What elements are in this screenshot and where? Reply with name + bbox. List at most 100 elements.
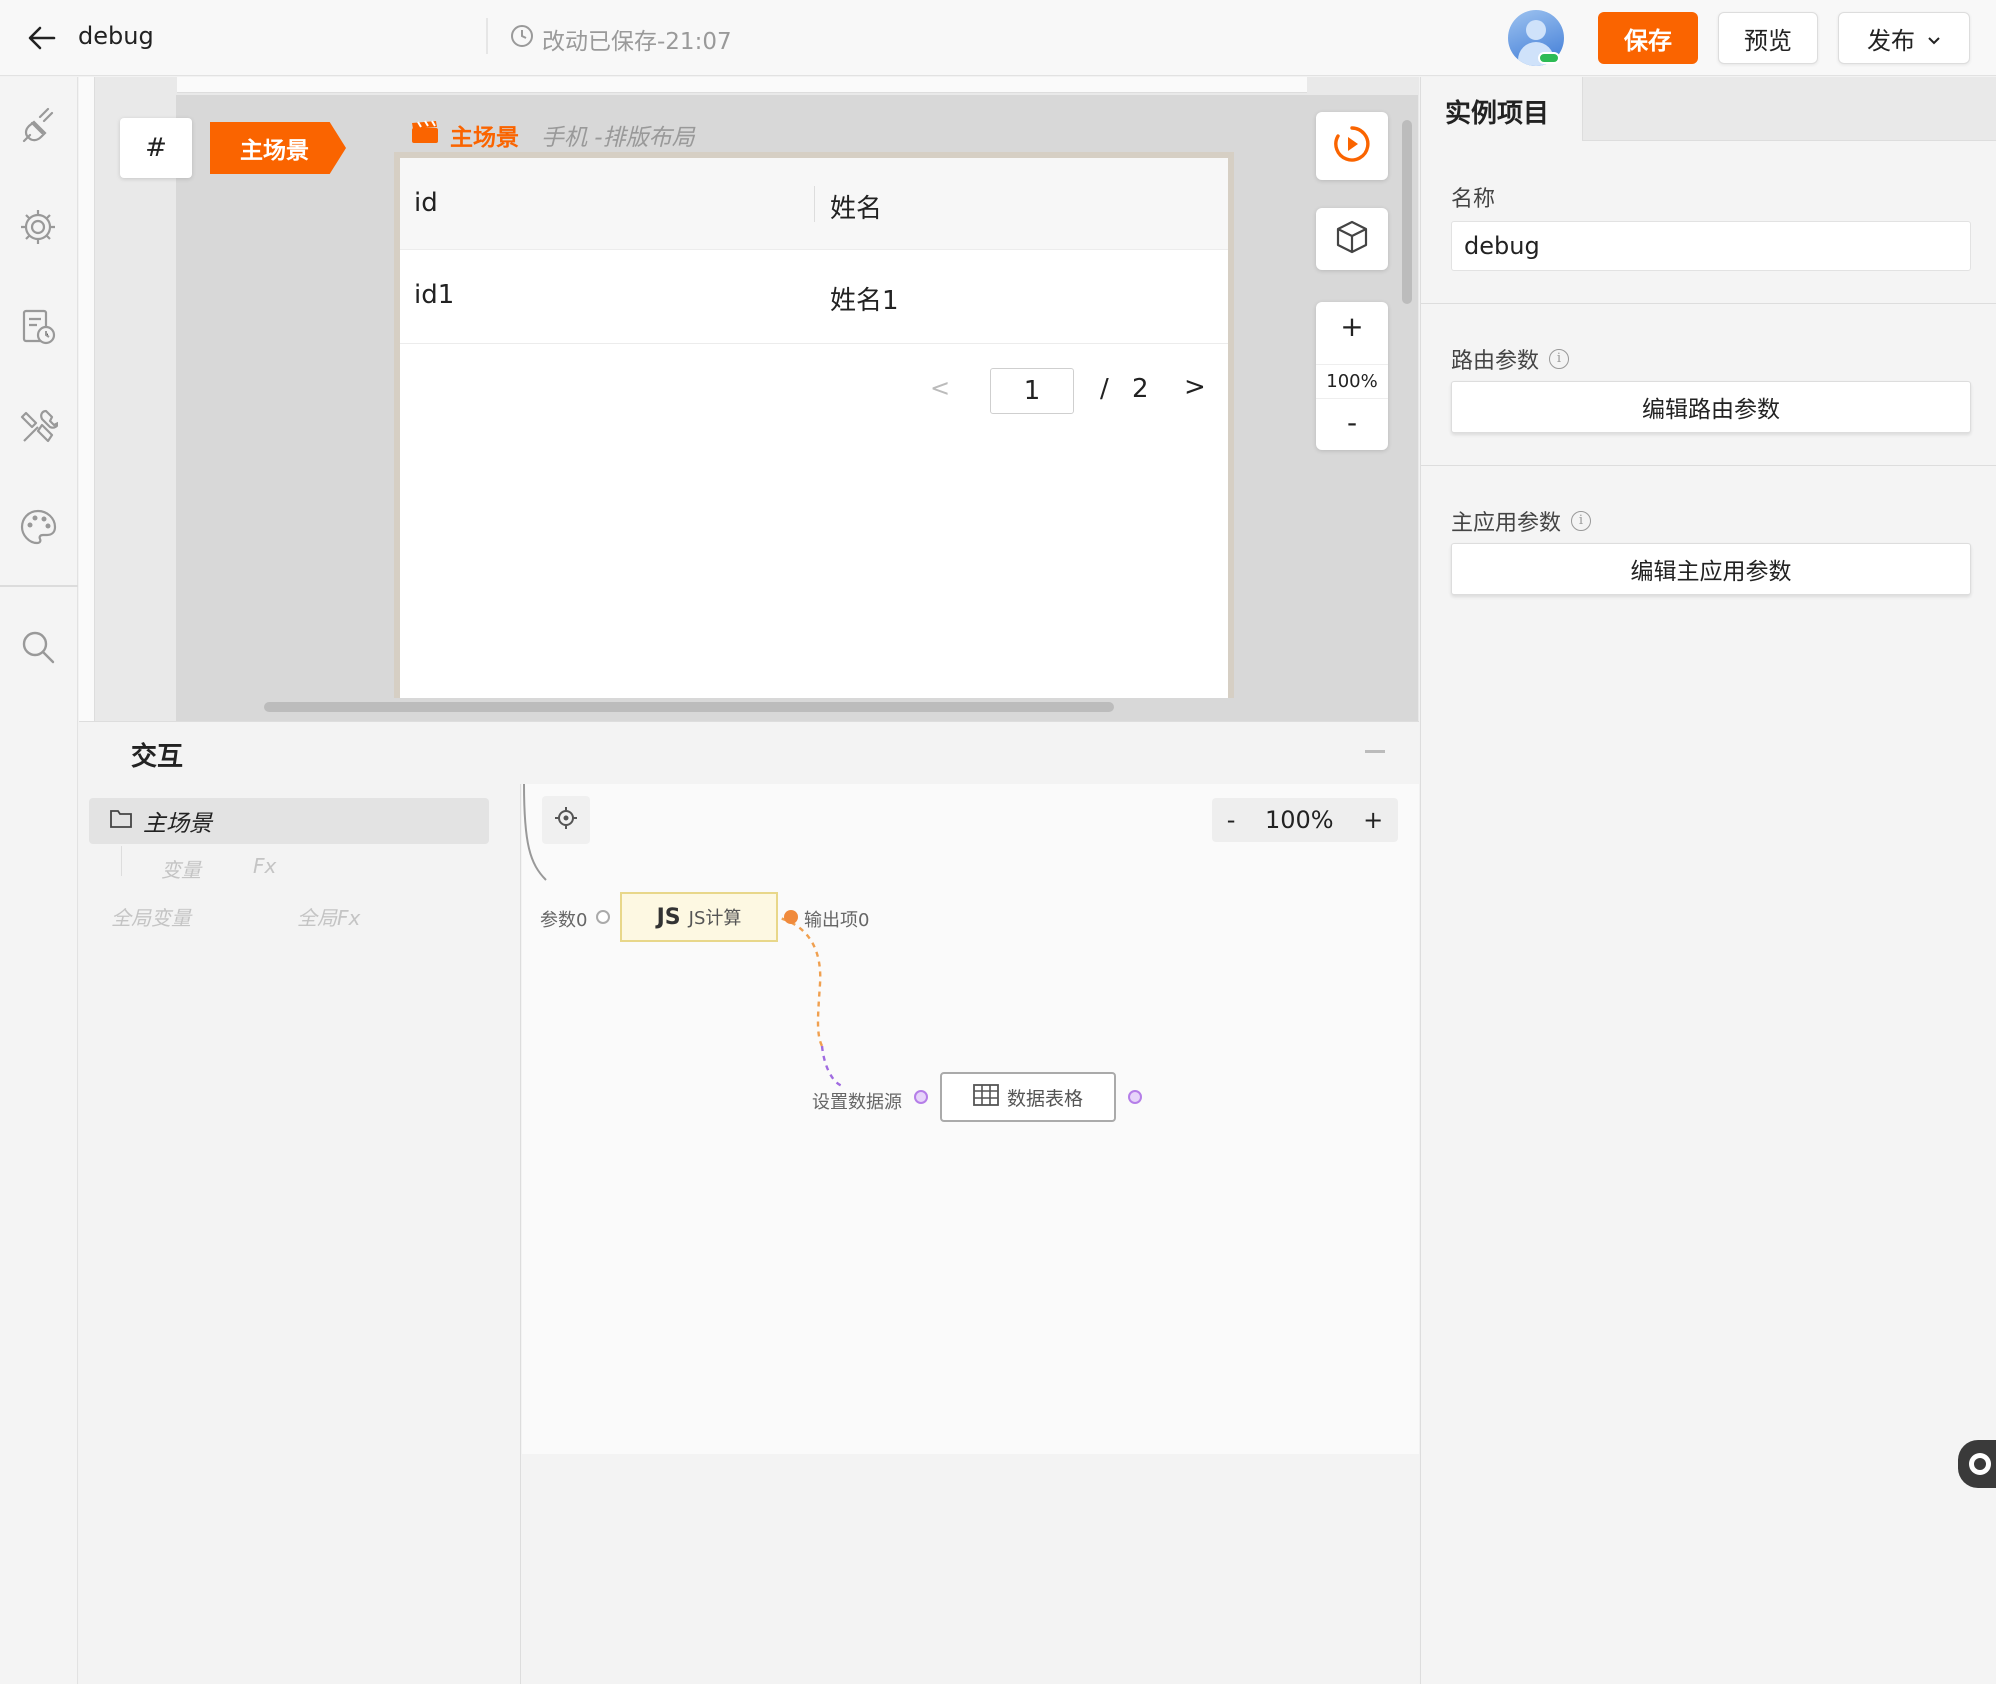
scene-tab[interactable]: 主场景 (210, 122, 346, 174)
table-row[interactable]: id1 姓名1 (400, 250, 1228, 344)
js-output-port[interactable] (784, 910, 798, 924)
play-circle-icon (1332, 124, 1372, 168)
interaction-title: 交互 (131, 742, 184, 772)
component-tree-button[interactable]: # (120, 118, 192, 178)
scene-clapper-icon (410, 119, 440, 151)
js-input-label: 参数0 (540, 910, 588, 931)
prev-page-button[interactable]: < (930, 374, 950, 402)
js-node-label: JS计算 (688, 908, 742, 929)
graph-zoom-in-button[interactable]: + (1363, 806, 1383, 834)
data-table-node[interactable]: 数据表格 (940, 1072, 1116, 1122)
tree-item-label: 主场景 (143, 811, 212, 837)
js-compute-node[interactable]: JS JS计算 (620, 892, 778, 942)
palette-icon[interactable] (14, 503, 62, 551)
route-label: 路由参数 (1451, 349, 1540, 374)
next-page-button[interactable]: > (1184, 372, 1206, 402)
back-arrow-icon[interactable] (24, 20, 60, 56)
column-header-id[interactable]: id (414, 188, 438, 218)
phone-frame: id 姓名 id1 姓名1 < 1 / 2 > (394, 152, 1234, 698)
app-params-label: 主应用参数 i (1451, 505, 1592, 537)
clock-icon (510, 24, 534, 54)
publish-label: 发布 (1867, 26, 1915, 55)
table-header: id 姓名 (400, 158, 1228, 250)
section-divider (1421, 465, 1996, 466)
page-scene-name: 主场景 (450, 125, 519, 151)
zoom-level: 100% (1316, 364, 1388, 399)
project-name: debug (78, 22, 154, 50)
info-icon[interactable]: i (1549, 349, 1570, 369)
component-box-button[interactable] (1316, 208, 1388, 270)
rail-divider (0, 585, 78, 587)
graph-zoom-level: 100% (1264, 806, 1334, 834)
crosshair-icon (553, 805, 579, 835)
properties-panel: 实例项目 名称 debug 路由参数 i 编辑路由参数 主应用参数 i 编辑主应… (1420, 77, 1996, 1684)
tree-item-global-fx[interactable]: 全局Fx (297, 902, 360, 931)
page-number-input[interactable]: 1 (990, 368, 1074, 414)
tab-bar-fill (1583, 77, 1996, 141)
save-status: 改动已保存-21:07 (510, 22, 732, 56)
section-divider (1421, 303, 1996, 304)
settings-icon[interactable] (14, 203, 62, 251)
graph-zoom-control: - 100% + (1212, 798, 1398, 842)
js-input-port[interactable] (596, 910, 610, 924)
edit-app-params-button[interactable]: 编辑主应用参数 (1451, 543, 1971, 595)
collapse-panel-button[interactable] (1365, 750, 1385, 753)
interaction-panel: 交互 主场景 变量 Fx 全局变量 全局Fx - 100% + 参数0 JS J… (79, 721, 1419, 1684)
locate-button[interactable] (542, 796, 590, 844)
search-icon[interactable] (14, 623, 62, 671)
table-grid-icon (973, 1083, 999, 1111)
column-divider (814, 186, 815, 222)
divider (486, 18, 488, 54)
zoom-out-button[interactable]: - (1316, 406, 1388, 439)
folder-icon (109, 807, 133, 835)
save-button[interactable]: 保存 (1598, 12, 1698, 64)
plugin-icon[interactable] (14, 103, 62, 151)
table-cell: id1 (414, 280, 455, 310)
publish-button[interactable]: 发布 (1838, 12, 1970, 64)
zoom-in-button[interactable]: + (1316, 310, 1388, 343)
table-input-label: 设置数据源 (812, 1092, 902, 1113)
logic-graph: - 100% + 参数0 JS JS计算 输出项0 设置数据源 数据表格 (522, 784, 1419, 1454)
horizontal-ruler (177, 77, 1307, 93)
preview-button[interactable]: 预览 (1718, 12, 1818, 64)
info-icon[interactable]: i (1571, 511, 1592, 531)
name-input[interactable]: debug (1451, 221, 1971, 271)
page-title: 主场景 手机 -排版布局 (410, 118, 695, 152)
top-bar: debug 改动已保存-21:07 保存 预览 发布 (0, 0, 1996, 76)
tree-item-fx[interactable]: Fx (253, 854, 276, 878)
edit-route-params-button[interactable]: 编辑路由参数 (1451, 381, 1971, 433)
vertical-scrollbar[interactable] (1402, 120, 1412, 304)
canvas-zoom-control: + 100% - (1316, 302, 1388, 450)
page-total: 2 (1132, 374, 1149, 404)
js-output-label: 输出项0 (804, 910, 870, 931)
table-cell: 姓名1 (830, 286, 899, 316)
left-tool-rail (0, 77, 78, 1684)
name-field-label: 名称 (1451, 181, 1495, 213)
name-label: 名称 (1451, 187, 1496, 212)
tree-item-global-var[interactable]: 全局变量 (111, 902, 191, 931)
table-node-label: 数据表格 (1006, 1087, 1083, 1110)
help-bot-icon[interactable] (1958, 1440, 1996, 1488)
route-params-label: 路由参数 i (1451, 343, 1570, 375)
table-output-port[interactable] (1128, 1090, 1142, 1104)
tab-instance-project[interactable]: 实例项目 (1421, 77, 1583, 141)
chevron-down-icon (1927, 24, 1941, 52)
interaction-tree: 主场景 变量 Fx 全局变量 全局Fx (79, 784, 521, 1684)
run-debug-button[interactable] (1316, 112, 1388, 180)
pagination: < 1 / 2 > (400, 344, 1228, 434)
column-header-name[interactable]: 姓名 (830, 188, 882, 225)
vertical-ruler (79, 77, 95, 721)
tree-item-var[interactable]: 变量 (161, 854, 201, 883)
page-layout-name: 手机 -排版布局 (541, 125, 695, 151)
graph-zoom-out-button[interactable]: - (1227, 806, 1236, 834)
history-icon[interactable] (14, 303, 62, 351)
horizontal-scrollbar[interactable] (264, 702, 1114, 712)
save-status-text: 改动已保存-21:07 (542, 29, 732, 55)
table-input-port[interactable] (914, 1090, 928, 1104)
tools-icon[interactable] (14, 403, 62, 451)
tree-connector (121, 846, 122, 876)
online-status-badge (1538, 52, 1560, 64)
js-logo: JS (656, 904, 681, 930)
tree-item-main-scene[interactable]: 主场景 (89, 798, 489, 844)
app-label: 主应用参数 (1451, 511, 1562, 536)
